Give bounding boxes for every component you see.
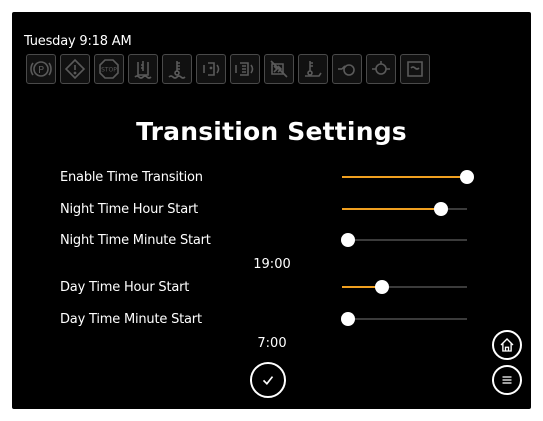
- exhaust-temperature-icon: [298, 54, 328, 84]
- check-icon: [262, 376, 274, 385]
- day-time-minute-start-slider[interactable]: [341, 312, 467, 326]
- enable-time-transition-slider[interactable]: [342, 170, 474, 184]
- svg-text:P: P: [38, 65, 44, 76]
- home-icon: [500, 338, 514, 352]
- confirm-button[interactable]: [250, 362, 286, 398]
- def-fluid-icon: [196, 54, 226, 84]
- slider-fill: [342, 208, 441, 210]
- oil-pressure-icon: [332, 54, 362, 84]
- regen-inhibit-icon: [264, 54, 294, 84]
- night-time-minute-start-label: Night Time Minute Start: [60, 233, 211, 248]
- menu-icon: [502, 376, 512, 384]
- def-filter-icon: [230, 54, 260, 84]
- menu-button[interactable]: [492, 365, 522, 395]
- transmission-icon: [366, 54, 396, 84]
- slider-knob[interactable]: [341, 312, 356, 326]
- enable-time-transition-label: Enable Time Transition: [60, 170, 203, 185]
- slider-knob[interactable]: [433, 202, 448, 216]
- dpf-icon: [400, 54, 430, 84]
- night-time-minute-start-slider[interactable]: [341, 233, 467, 247]
- svg-text:STOP: STOP: [101, 67, 117, 74]
- slider-fill: [342, 176, 467, 178]
- coolant-temperature-icon: [162, 54, 192, 84]
- slider-knob[interactable]: [341, 233, 356, 247]
- display-screen: Tuesday 9:18 AM P STOP Transition Settin…: [12, 12, 531, 409]
- night-time-hour-start-label: Night Time Hour Start: [60, 202, 199, 217]
- slider-track: [342, 239, 467, 241]
- night-time-hour-start-slider[interactable]: [342, 202, 467, 216]
- day-time-minute-start-label: Day Time Minute Start: [60, 312, 202, 327]
- page-title: Transition Settings: [136, 117, 407, 146]
- day-time-readout: 7:00: [257, 336, 287, 351]
- day-time-hour-start-label: Day Time Hour Start: [60, 280, 190, 295]
- slider-track: [342, 318, 467, 320]
- warning-icon: [60, 54, 90, 84]
- day-time-hour-start-slider[interactable]: [342, 280, 467, 294]
- telltale-bar: P STOP: [26, 54, 430, 84]
- parking-brake-icon: P: [26, 54, 56, 84]
- slider-knob[interactable]: [375, 280, 389, 294]
- home-button[interactable]: [492, 330, 522, 360]
- status-datetime: Tuesday 9:18 AM: [24, 34, 132, 49]
- stop-icon: STOP: [94, 54, 124, 84]
- slider-knob[interactable]: [460, 170, 474, 184]
- coolant-level-icon: [128, 54, 158, 84]
- night-time-readout: 19:00: [253, 257, 291, 272]
